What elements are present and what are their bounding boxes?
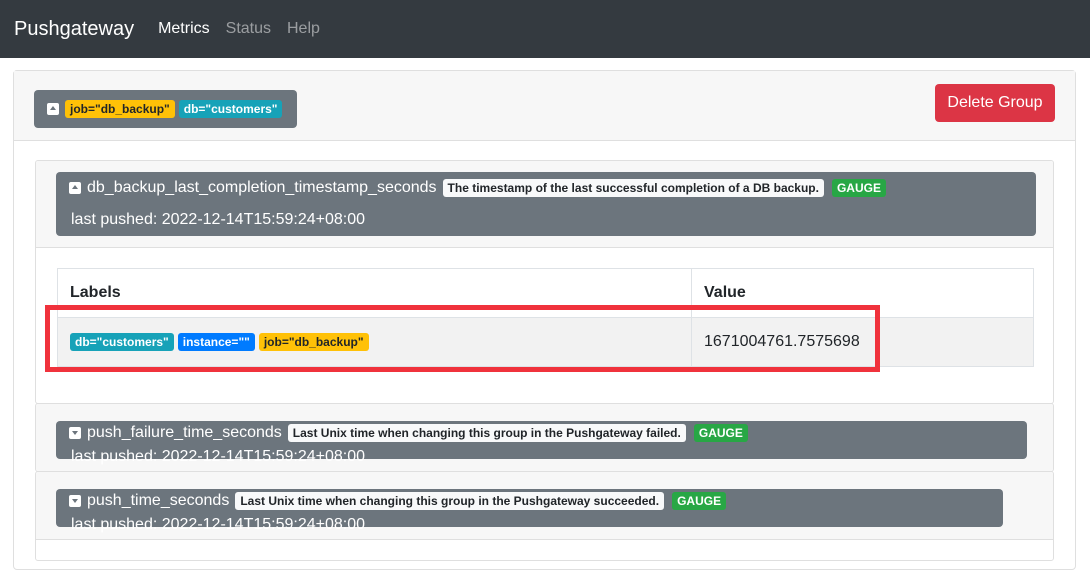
value-column-header: Value <box>691 268 1034 318</box>
delete-group-button[interactable]: Delete Group <box>935 84 1055 122</box>
metric-values-table: Labels Value db="customers" instance="" jo… <box>57 268 1034 367</box>
labels-cell: db="customers" instance="" job="db_backup" <box>57 317 692 367</box>
labels-column-header: Labels <box>57 268 692 318</box>
metric-name: push_failure_time_seconds <box>87 424 282 441</box>
metric-toggle[interactable]: push_time_seconds Last Unix time when ch… <box>56 489 1003 533</box>
metric-header: db_backup_last_completion_timestamp_seco… <box>36 161 1053 248</box>
label-job-badge: job="db_backup" <box>258 333 369 351</box>
group-header: job="db_backup" db="customers" Delete Gr… <box>14 71 1075 141</box>
metric-type-badge: GAUGE <box>693 424 748 442</box>
brand-logo[interactable]: Pushgateway <box>14 18 134 41</box>
metric-header: push_failure_time_seconds Last Unix time… <box>36 404 1053 471</box>
metric-help-badge: Last Unix time when changing this group … <box>235 492 665 510</box>
metric-toggle[interactable]: db_backup_last_completion_timestamp_seco… <box>56 172 1036 236</box>
table-row: db="customers" instance="" job="db_backup"… <box>57 317 1034 367</box>
metric-type-badge: GAUGE <box>672 492 727 510</box>
group-label-db: db="customers" <box>178 100 283 118</box>
table-header-row: Labels Value <box>57 268 1034 318</box>
label-db-badge: db="customers" <box>70 333 174 351</box>
collapse-icon <box>47 103 59 115</box>
metric-section: push_failure_time_seconds Last Unix time… <box>35 403 1054 472</box>
expand-icon <box>69 495 81 507</box>
last-pushed-text: last pushed: 2022-12-14T15:59:24+08:00 <box>71 448 366 465</box>
metric-section: db_backup_last_completion_timestamp_seco… <box>35 160 1054 404</box>
nav-help[interactable]: Help <box>287 20 320 38</box>
metric-help-badge: The timestamp of the last successful com… <box>442 179 824 197</box>
metric-type-badge: GAUGE <box>831 179 886 197</box>
label-instance-badge: instance="" <box>177 333 255 351</box>
value-cell: 1671004761.7575698 <box>691 317 1034 367</box>
metric-name: db_backup_last_completion_timestamp_seco… <box>87 179 437 196</box>
metric-section: push_time_seconds Last Unix time when ch… <box>35 471 1054 561</box>
last-pushed-text: last pushed: 2022-12-14T15:59:24+08:00 <box>71 516 366 533</box>
metric-help-badge: Last Unix time when changing this group … <box>287 424 686 442</box>
nav-metrics[interactable]: Metrics <box>158 20 210 38</box>
metric-name: push_time_seconds <box>87 492 230 509</box>
group-label-job: job="db_backup" <box>65 100 175 118</box>
top-navbar: Pushgateway Metrics Status Help <box>0 0 1090 58</box>
metric-group-card: job="db_backup" db="customers" Delete Gr… <box>13 70 1076 570</box>
last-pushed-text: last pushed: 2022-12-14T15:59:24+08:00 <box>71 211 366 228</box>
collapse-icon <box>69 182 81 194</box>
expand-icon <box>69 427 81 439</box>
nav-status[interactable]: Status <box>226 20 271 38</box>
metric-toggle[interactable]: push_failure_time_seconds Last Unix time… <box>56 421 1027 465</box>
group-collapse-toggle[interactable]: job="db_backup" db="customers" <box>34 90 297 128</box>
metric-header: push_time_seconds Last Unix time when ch… <box>36 472 1053 540</box>
